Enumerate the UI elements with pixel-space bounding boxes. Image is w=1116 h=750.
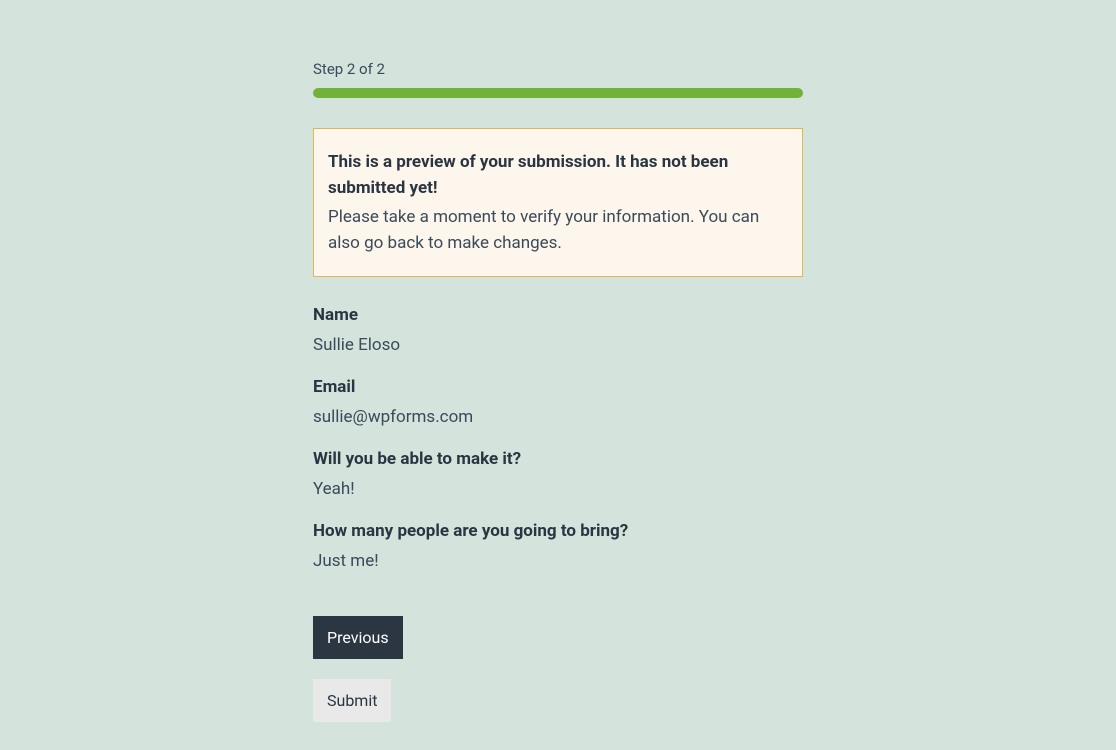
field-email: Email sullie@wpforms.com [313, 377, 803, 427]
submit-button[interactable]: Submit [313, 679, 391, 722]
notice-text: Please take a moment to verify your info… [328, 204, 788, 257]
form-preview-container: Step 2 of 2 This is a preview of your su… [313, 60, 803, 722]
preview-notice: This is a preview of your submission. It… [313, 128, 803, 277]
previous-button[interactable]: Previous [313, 616, 403, 659]
field-email-value: sullie@wpforms.com [313, 407, 803, 427]
field-name-label: Name [313, 305, 803, 325]
field-attendance-label: Will you be able to make it? [313, 449, 803, 469]
step-indicator: Step 2 of 2 [313, 60, 803, 78]
field-guests-label: How many people are you going to bring? [313, 521, 803, 541]
field-guests-value: Just me! [313, 551, 803, 571]
notice-title: This is a preview of your submission. It… [328, 149, 788, 202]
button-area: Previous Submit [313, 616, 803, 722]
field-guests: How many people are you going to bring? … [313, 521, 803, 571]
progress-bar [313, 88, 803, 98]
field-name: Name Sullie Eloso [313, 305, 803, 355]
field-name-value: Sullie Eloso [313, 335, 803, 355]
field-attendance-value: Yeah! [313, 479, 803, 499]
field-email-label: Email [313, 377, 803, 397]
field-attendance: Will you be able to make it? Yeah! [313, 449, 803, 499]
